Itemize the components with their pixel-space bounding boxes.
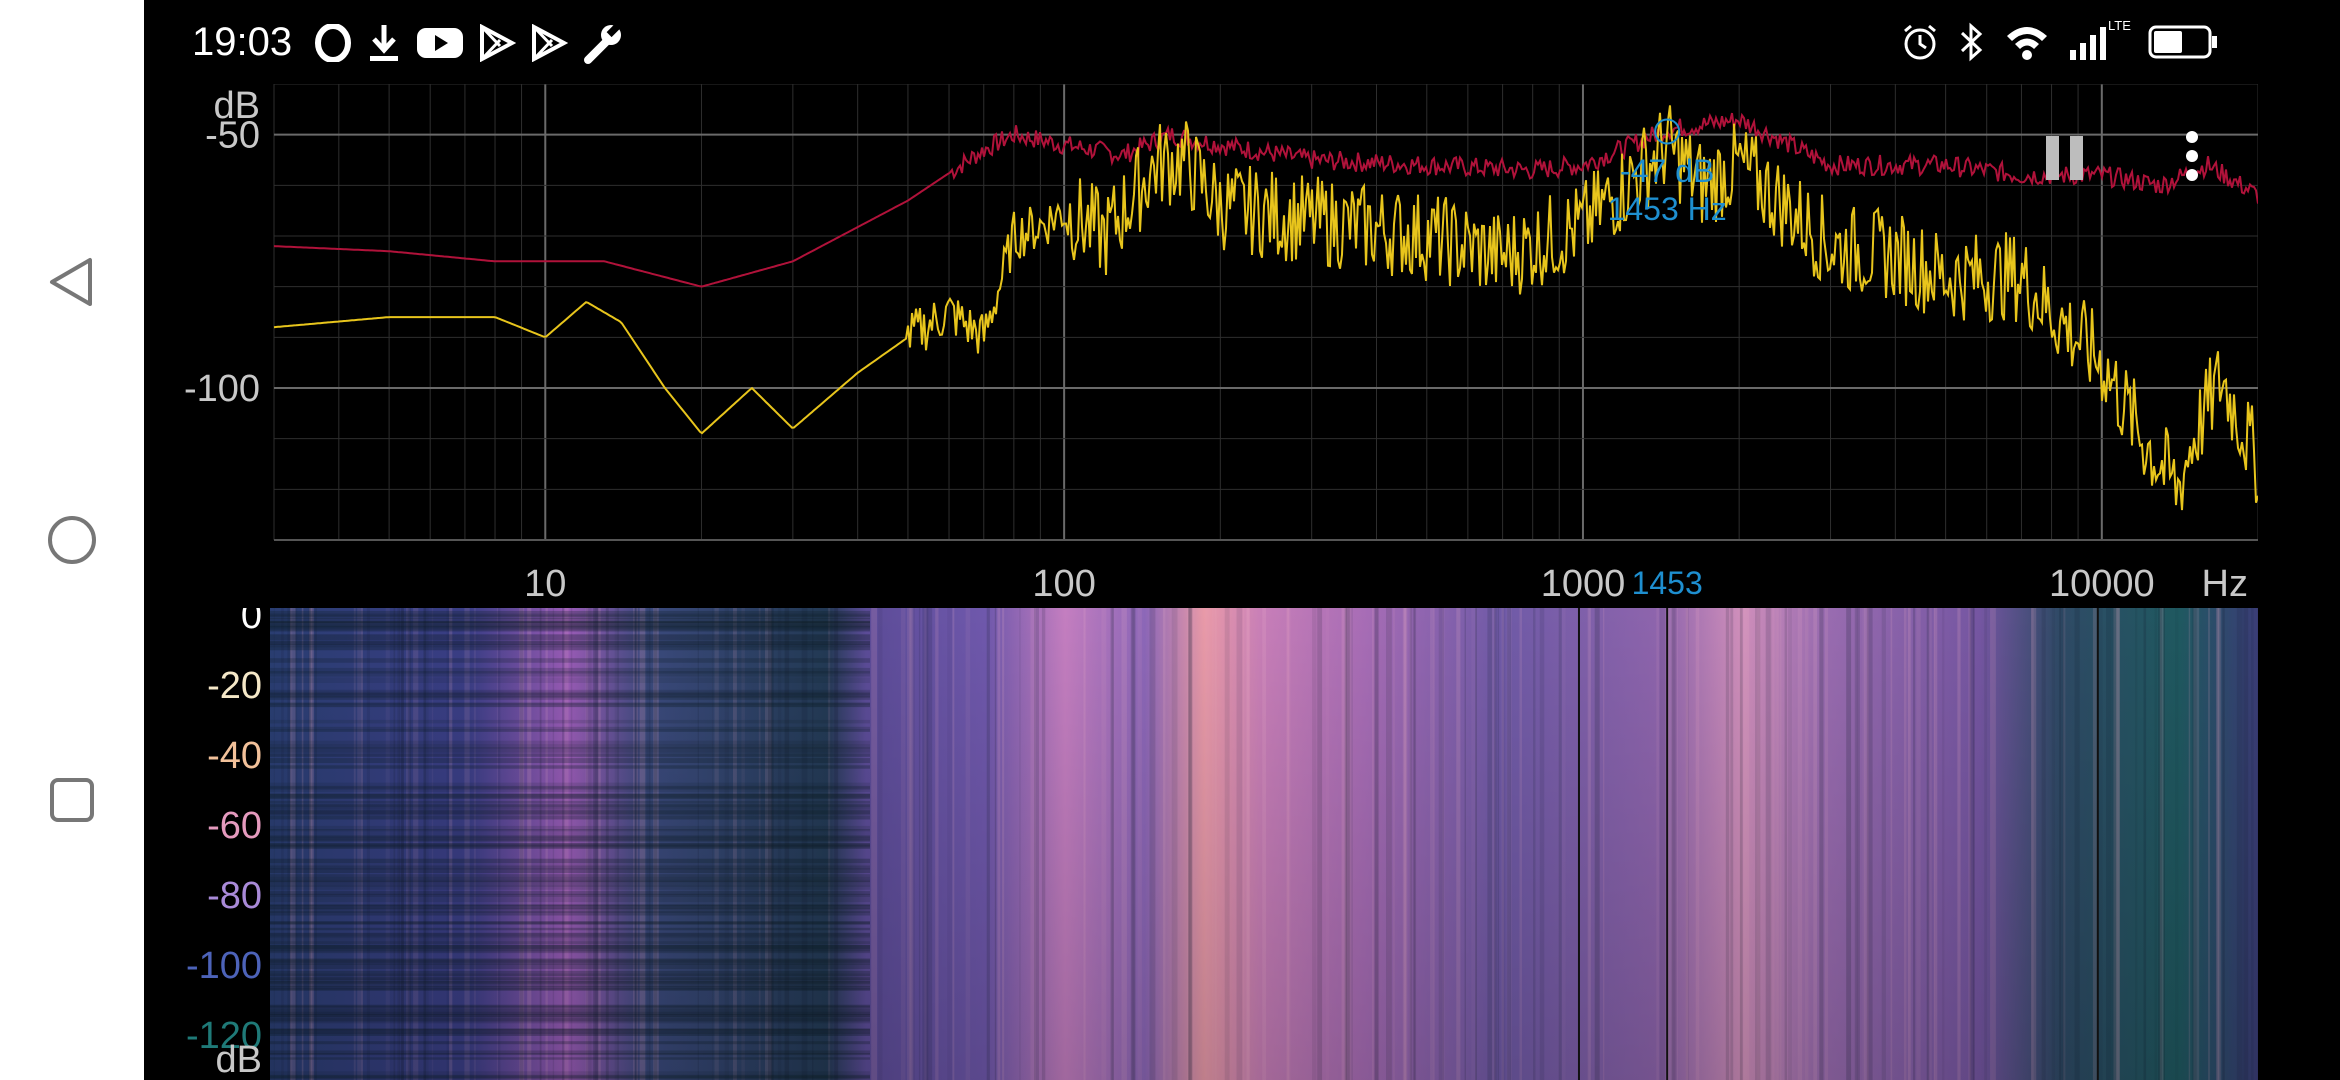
overflow-menu-button[interactable] [2172, 128, 2212, 188]
alarm-icon [1904, 24, 1936, 60]
colorbar-tick-label: -80 [207, 875, 262, 917]
back-triangle-icon [50, 258, 92, 306]
home-circle-icon [48, 516, 96, 564]
x-tick-label: 1000 [1541, 563, 1626, 605]
x-tick-label: 100 [1032, 563, 1095, 605]
play-store-icon [532, 24, 568, 62]
x-tick-label: 10 [524, 563, 566, 605]
colorbar-unit: dB [216, 1039, 262, 1080]
cursor-hz-label: 1453 Hz [1608, 191, 1727, 227]
spectrogram[interactable]: 0-20-40-60-80-100-120dB [144, 608, 2258, 1080]
more-vert-icon [2186, 131, 2198, 181]
recents-button[interactable] [34, 762, 110, 838]
navigation-bar [0, 0, 144, 1080]
play-store-icon [480, 24, 516, 62]
series-line-peak-hold [273, 112, 2258, 288]
home-button[interactable] [34, 502, 110, 578]
cursor-x-label: 1453 [1632, 565, 1703, 601]
series-line-live [273, 105, 2258, 511]
network-type-label: LTE [2108, 18, 2131, 33]
opera-icon [315, 24, 351, 62]
cursor-db-label: -47 dB [1620, 153, 1714, 189]
status-bar: 19:03 LTE [144, 0, 2258, 92]
x-tick-label: 10000 [2049, 563, 2155, 605]
colorbar-tick-label: -100 [186, 945, 262, 987]
wifi-icon [2007, 27, 2047, 60]
y-tick-label: -50 [205, 115, 260, 157]
clock: 19:03 [192, 20, 293, 64]
colorbar-tick-label: -40 [207, 735, 262, 777]
pause-button[interactable] [2040, 130, 2090, 186]
battery-icon [2148, 25, 2217, 59]
bluetooth-icon [1960, 22, 1983, 62]
colorbar-tick-label: -20 [207, 665, 262, 707]
recents-square-icon [50, 778, 94, 822]
cell-signal: LTE [2068, 18, 2131, 62]
pause-icon [2046, 136, 2083, 180]
colorbar-tick-label: 0 [241, 608, 262, 637]
download-icon [370, 25, 398, 61]
back-button[interactable] [34, 244, 110, 320]
spectrum-chart[interactable]: dB-50-10010 100 1000 10000 Hz -47 dB1453 Hz1… [144, 84, 2258, 610]
youtube-icon [417, 28, 463, 58]
y-tick-label: -100 [184, 368, 260, 410]
colorbar-tick-label: -60 [207, 805, 262, 847]
wrench-icon [584, 23, 621, 64]
x-axis-unit: Hz [2202, 563, 2248, 605]
